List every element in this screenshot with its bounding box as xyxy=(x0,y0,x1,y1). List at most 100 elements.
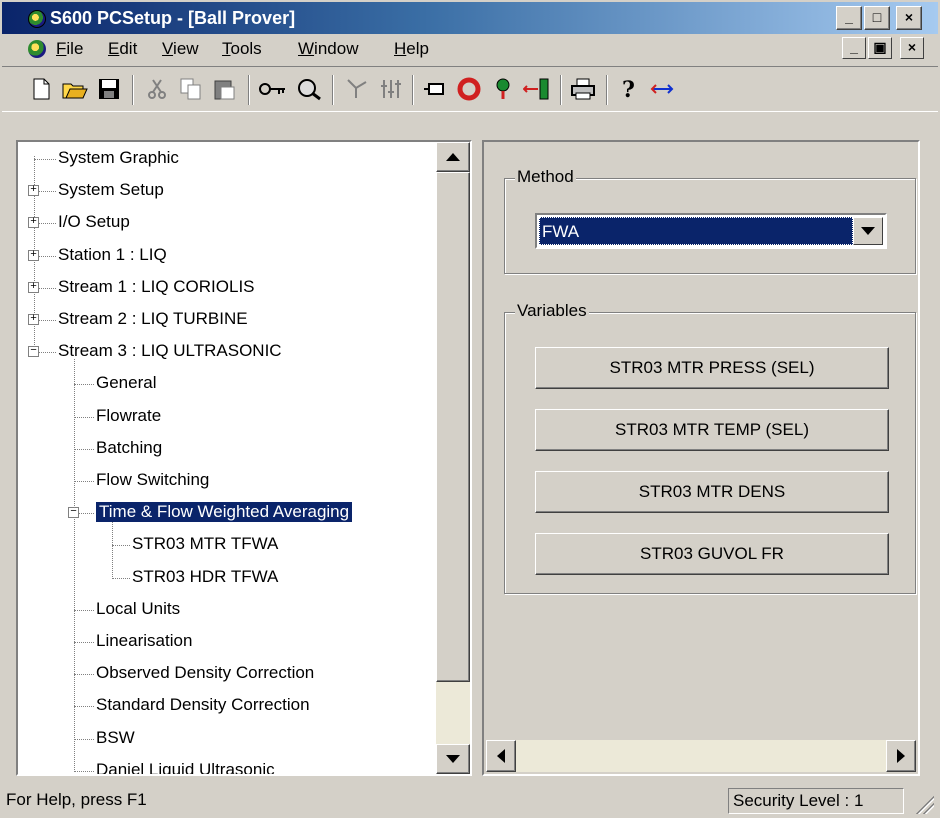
mdi-close-button[interactable]: × xyxy=(900,37,924,59)
tree-item-label: Observed Density Correction xyxy=(96,663,315,683)
scroll-thumb[interactable] xyxy=(436,172,470,682)
document-icon[interactable] xyxy=(28,40,46,58)
app-icon[interactable] xyxy=(28,10,46,28)
collapse-icon[interactable]: − xyxy=(68,507,79,519)
cut-icon[interactable] xyxy=(142,75,172,103)
tree-item[interactable]: Batching xyxy=(18,434,436,464)
menu-window[interactable]: Window xyxy=(298,39,358,59)
tree-connector-line xyxy=(74,448,94,450)
toolbar-separator xyxy=(560,75,562,105)
close-button[interactable]: × xyxy=(896,6,922,30)
menu-tools[interactable]: Tools xyxy=(222,39,262,59)
expand-icon[interactable]: + xyxy=(28,314,39,325)
open-icon[interactable] xyxy=(60,75,90,103)
help-icon[interactable]: ? xyxy=(614,75,644,103)
variable-button-dens[interactable]: STR03 MTR DENS xyxy=(535,471,889,513)
tree-connector-line xyxy=(112,577,130,579)
method-selected-value[interactable]: FWA xyxy=(539,217,853,245)
resize-grip-icon[interactable] xyxy=(914,794,934,814)
tree-item[interactable]: STR03 MTR TFWA xyxy=(18,530,436,560)
collapse-icon[interactable]: − xyxy=(28,346,39,358)
tree-item[interactable]: Linearisation xyxy=(18,627,436,657)
variables-group-label: Variables xyxy=(515,301,589,321)
tree-item[interactable]: − Stream 3 : LIQ ULTRASONIC xyxy=(18,337,436,367)
tree-item-label: Flowrate xyxy=(96,405,162,425)
tree-item-label: STR03 HDR TFWA xyxy=(132,566,279,586)
scroll-left-button[interactable] xyxy=(486,740,516,772)
transfer-icon[interactable] xyxy=(522,75,552,103)
tree-item[interactable]: Standard Density Correction xyxy=(18,691,436,721)
expand-icon[interactable]: + xyxy=(28,249,39,261)
status-bar: For Help, press F1 Security Level : 1 xyxy=(2,786,938,816)
tree-connector-line xyxy=(74,738,94,740)
tree-item[interactable]: + Station 1 : LIQ xyxy=(18,241,436,271)
tree-item[interactable]: Flowrate xyxy=(18,402,436,432)
probe-icon[interactable] xyxy=(488,75,518,103)
expand-icon[interactable]: + xyxy=(28,281,39,293)
tree-item[interactable]: BSW xyxy=(18,724,436,754)
details-horizontal-scrollbar[interactable] xyxy=(486,740,916,772)
tree-item-label: Stream 2 : LIQ TURBINE xyxy=(58,309,248,328)
toolbar-separator xyxy=(606,75,608,105)
tree-connector-line xyxy=(74,706,94,708)
print-icon[interactable] xyxy=(568,75,598,103)
toolbar-separator xyxy=(248,75,250,105)
mdi-minimize-button[interactable]: _ xyxy=(842,37,866,59)
title-bar[interactable]: S600 PCSetup - [Ball Prover] _ □ × xyxy=(2,2,938,34)
variable-button-guvol[interactable]: STR03 GUVOL FR xyxy=(535,533,889,575)
save-icon[interactable] xyxy=(94,75,124,103)
tree-item[interactable]: General xyxy=(18,369,436,399)
tree-item[interactable]: Daniel Liquid Ultrasonic xyxy=(18,756,436,774)
tree-icon[interactable] xyxy=(342,75,372,103)
expand-icon[interactable]: + xyxy=(28,185,39,197)
menu-view[interactable]: View xyxy=(162,39,199,59)
menu-edit[interactable]: Edit xyxy=(108,39,137,59)
scroll-down-button[interactable] xyxy=(436,744,470,774)
tree-panel: System Graphic + System Setup + I/O Setup + St… xyxy=(16,140,472,776)
tree-item[interactable]: Observed Density Correction xyxy=(18,659,436,689)
menu-help[interactable]: Help xyxy=(394,39,429,59)
scroll-right-button[interactable] xyxy=(886,740,916,772)
copy-icon[interactable] xyxy=(176,75,206,103)
variable-button-press[interactable]: STR03 MTR PRESS (SEL) xyxy=(535,347,889,389)
tree-item[interactable]: − Time & Flow Weighted Averaging xyxy=(18,498,436,528)
tree-item[interactable]: STR03 HDR TFWA xyxy=(18,563,436,593)
port-icon[interactable] xyxy=(420,75,450,103)
tree-connector-line xyxy=(74,642,94,643)
tree-item[interactable]: + System Setup xyxy=(18,176,436,206)
tree-item[interactable]: System Graphic xyxy=(18,144,436,174)
stop-icon[interactable] xyxy=(454,75,484,103)
maximize-button[interactable]: □ xyxy=(864,6,890,30)
expand-icon[interactable]: + xyxy=(28,217,39,229)
minimize-button[interactable]: _ xyxy=(836,6,862,30)
arrow-down-icon xyxy=(446,755,460,763)
connect-icon[interactable] xyxy=(294,75,324,103)
tree-vertical-scrollbar[interactable] xyxy=(436,142,470,774)
tree-item-label: General xyxy=(96,373,157,393)
tree-item-label: I/O Setup xyxy=(58,212,130,232)
method-select[interactable]: FWA xyxy=(535,213,887,249)
variable-button-temp[interactable]: STR03 MTR TEMP (SEL) xyxy=(535,409,889,451)
tree-connector-line xyxy=(112,545,130,547)
tree-connector-line xyxy=(74,770,94,772)
paste-icon[interactable] xyxy=(210,75,240,103)
tree-item[interactable]: Flow Switching xyxy=(18,466,436,496)
tree-item[interactable]: + Stream 2 : LIQ TURBINE xyxy=(18,305,436,335)
menu-file[interactable]: File xyxy=(56,39,83,59)
app-window: S600 PCSetup - [Ball Prover] _ □ × File … xyxy=(0,0,940,818)
mdi-restore-button[interactable]: ▣ xyxy=(868,37,892,59)
new-icon[interactable] xyxy=(26,75,56,103)
key-icon[interactable] xyxy=(258,75,288,103)
tree-item[interactable]: + Stream 1 : LIQ CORIOLIS xyxy=(18,273,436,303)
scroll-up-button[interactable] xyxy=(436,142,470,172)
tree-connector-line xyxy=(74,384,94,386)
window-title: S600 PCSetup - [Ball Prover] xyxy=(50,8,296,28)
swap-icon[interactable] xyxy=(648,75,678,103)
toolbar: ? xyxy=(2,66,938,112)
tree-item[interactable]: Local Units xyxy=(18,595,436,625)
tree-item-label-selected: Time & Flow Weighted Averaging xyxy=(96,502,353,523)
tree-item[interactable]: + I/O Setup xyxy=(18,208,436,238)
tune-icon[interactable] xyxy=(376,75,406,103)
dropdown-button[interactable] xyxy=(853,217,883,245)
tree-item-label: BSW xyxy=(96,727,135,747)
